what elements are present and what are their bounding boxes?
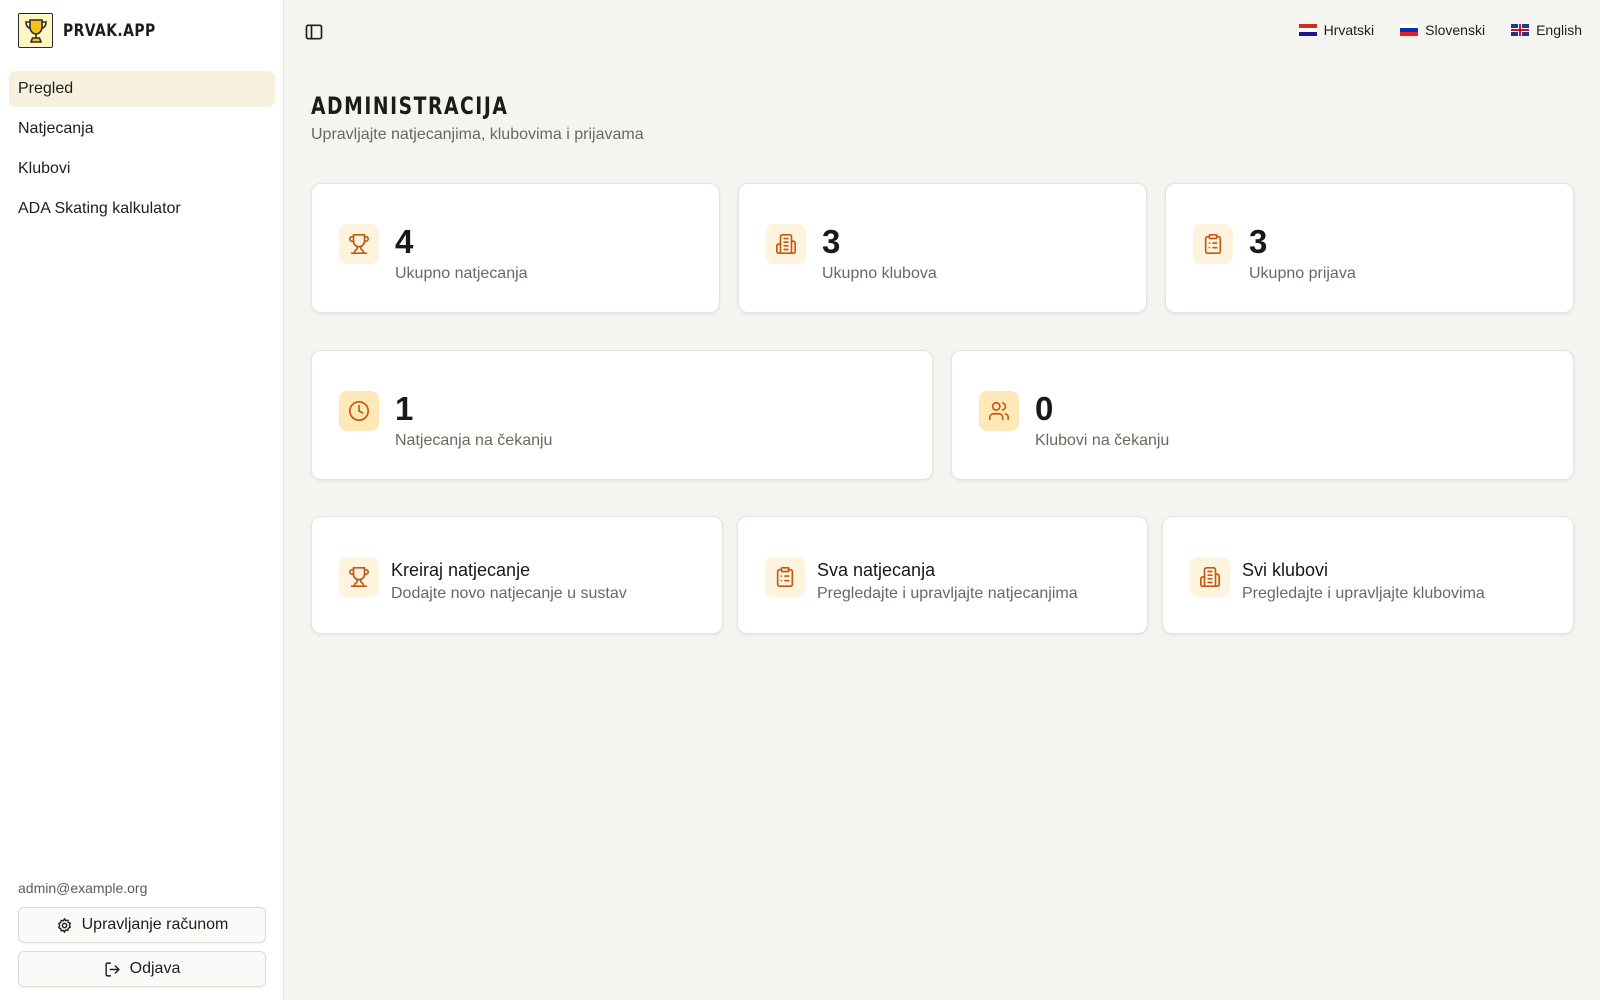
stat-label: Ukupno prijava [1249,265,1356,282]
clock-icon [339,391,379,431]
croatia-flag-icon [1298,24,1317,36]
uk-flag-icon [1511,24,1530,36]
language-hrvatski[interactable]: Hrvatski [1293,20,1381,40]
sidebar: PRVAK.APP Pregled Natjecanja Klubovi ADA… [0,0,284,1000]
stat-label: Klubovi na čekanju [1035,432,1170,449]
language-label: English [1536,22,1582,38]
users-icon [979,391,1019,431]
slovenia-flag-icon [1400,24,1419,36]
all-competitions-card[interactable]: Sva natjecanja Pregledajte i upravljajte… [737,516,1148,634]
language-label: Slovenski [1425,22,1486,38]
create-competition-card[interactable]: Kreiraj natjecanje Dodajte novo natjecan… [311,516,723,634]
action-description: Pregledajte i upravljajte klubovima [1242,585,1485,602]
sidebar-nav: Pregled Natjecanja Klubovi ADA Skating k… [9,71,275,231]
trophy-icon [339,224,379,264]
stat-value: 0 [1035,390,1054,427]
user-email: admin@example.org [18,880,148,896]
brand[interactable]: PRVAK.APP [18,13,176,48]
account-settings-label: Upravljanje računom [81,916,229,933]
clipboard-icon [765,557,805,597]
stat-value: 3 [822,223,841,260]
clipboard-icon [1193,224,1233,264]
logout-button[interactable]: Odjava [18,951,266,987]
stat-value: 3 [1249,223,1268,260]
trophy-logo-icon [18,13,53,48]
stat-value: 4 [395,223,414,260]
action-title: Kreiraj natjecanje [391,560,531,580]
action-description: Pregledajte i upravljajte natjecanjima [817,585,1078,602]
trophy-icon [339,557,379,597]
building-icon [766,224,806,264]
all-clubs-card[interactable]: Svi klubovi Pregledajte i upravljajte kl… [1162,516,1574,634]
sidebar-item-klubovi[interactable]: Klubovi [9,151,275,187]
stat-card-total-competitions: 4 Ukupno natjecanja [311,183,720,313]
stat-label: Ukupno klubova [822,265,937,282]
page-title: ADMINISTRACIJA [311,92,509,120]
stat-label: Ukupno natjecanja [395,265,528,282]
logout-icon [104,961,121,978]
language-switcher: Hrvatski Slovenski English [1293,20,1588,40]
building-icon [1190,557,1230,597]
brand-name: PRVAK.APP [63,20,156,41]
stat-card-total-entries: 3 Ukupno prijava [1165,183,1574,313]
action-title: Svi klubovi [1242,560,1329,580]
language-slovenski[interactable]: Slovenski [1394,20,1491,40]
stat-value: 1 [395,390,414,427]
action-title: Sva natjecanja [817,560,936,580]
stat-label: Natjecanja na čekanju [395,432,553,449]
language-label: Hrvatski [1323,22,1375,38]
page-subtitle: Upravljajte natjecanjima, klubovima i pr… [311,126,644,143]
stat-card-pending-clubs: 0 Klubovi na čekanju [951,350,1574,480]
language-english[interactable]: English [1505,20,1588,40]
sidebar-item-pregled[interactable]: Pregled [9,71,275,107]
stat-card-total-clubs: 3 Ukupno klubova [738,183,1147,313]
action-description: Dodajte novo natjecanje u sustav [391,585,627,602]
logout-label: Odjava [129,960,181,977]
gear-icon [56,917,73,934]
sidebar-item-ada-skating-kalkulator[interactable]: ADA Skating kalkulator [9,191,275,227]
account-settings-button[interactable]: Upravljanje računom [18,907,266,943]
stat-card-pending-competitions: 1 Natjecanja na čekanju [311,350,933,480]
sidebar-toggle-icon[interactable] [304,22,324,42]
sidebar-item-natjecanja[interactable]: Natjecanja [9,111,275,147]
